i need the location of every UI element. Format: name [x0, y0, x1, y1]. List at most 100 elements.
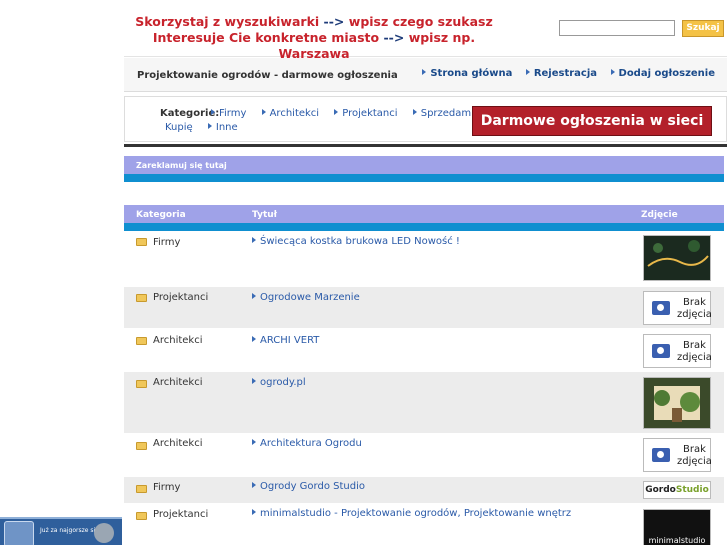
table-row: Architekci ogrody.pl	[124, 372, 724, 434]
divider	[124, 144, 727, 147]
gordo-studio-logo[interactable]: GordoStudio	[643, 481, 711, 499]
widget-label: Już za najgorsze się	[40, 527, 99, 534]
row-category: Architekci	[153, 335, 203, 346]
row-title-link[interactable]: Ogrody Gordo Studio	[252, 481, 365, 492]
widget-cat-icon	[94, 523, 114, 543]
nav-arrow-icon	[610, 69, 615, 75]
table-row: Firmy Świecąca kostka brukowa LED Nowość…	[124, 231, 724, 287]
page-title: Projektowanie ogrodów - darmowe ogłoszen…	[137, 70, 398, 81]
garden-photo	[644, 378, 710, 428]
no-photo-line1: Brak	[683, 444, 706, 455]
folder-icon	[136, 294, 147, 302]
category-link-sprzedam[interactable]: Sprzedam	[412, 108, 477, 119]
category-link-architekci[interactable]: Architekci	[261, 108, 326, 119]
nav-add-ad-link[interactable]: Dodaj ogłoszenie	[610, 68, 715, 79]
camera-icon	[652, 344, 670, 358]
banner-line1-a: Skorzystaj z wyszukiwarki	[135, 14, 320, 29]
column-title: Tytuł	[252, 210, 277, 220]
banner-line2-arrow: -->	[383, 30, 405, 45]
banner-line1-c: wpisz czego szukasz	[348, 14, 493, 29]
nav-arrow-icon	[525, 69, 530, 75]
category-arrow-icon	[412, 109, 417, 115]
no-photo-line2: zdjęcia	[677, 456, 712, 467]
row-arrow-icon	[252, 378, 256, 384]
advertise-bar: Zareklamuj się tutaj	[124, 156, 724, 174]
lit-paving-photo	[644, 236, 710, 280]
row-category: Architekci	[153, 438, 203, 449]
widget-logo-icon	[4, 521, 34, 545]
advertise-link[interactable]: Zareklamuj się tutaj	[136, 161, 227, 170]
search-input[interactable]	[559, 20, 675, 36]
category-arrow-icon	[211, 109, 215, 115]
folder-icon	[136, 337, 147, 345]
search-hint-banner: Skorzystaj z wyszukiwarki --> wpisz czeg…	[124, 14, 504, 62]
row-category: Firmy	[153, 237, 181, 248]
banner-line2-a: Interesuje Cie konkretne miasto	[152, 30, 380, 45]
row-arrow-icon	[252, 293, 256, 299]
header: Skorzystaj z wyszukiwarki --> wpisz czeg…	[124, 0, 727, 61]
top-navigation: Strona główna Rejestracja Dodaj ogłoszen…	[412, 68, 715, 79]
folder-icon	[136, 485, 147, 493]
no-photo-line2: zdjęcia	[677, 309, 712, 320]
row-title-link[interactable]: Architektura Ogrodu	[252, 438, 362, 449]
row-arrow-icon	[252, 237, 256, 243]
table-row: Projektanci minimalstudio - Projektowani…	[124, 504, 724, 545]
row-photo-thumbnail[interactable]	[643, 235, 711, 281]
column-photo: Zdjęcie	[641, 210, 678, 220]
row-title-link[interactable]: ogrody.pl	[252, 377, 306, 388]
no-photo-placeholder[interactable]: Brak zdjęcia	[643, 438, 712, 472]
row-photo-thumbnail[interactable]	[643, 377, 711, 429]
folder-icon	[136, 442, 147, 450]
camera-icon	[652, 448, 670, 462]
table-row: Architekci ARCHI VERT Brak zdjęcia	[124, 329, 724, 372]
search-button[interactable]: Szukaj	[682, 20, 724, 37]
category-link-projektanci[interactable]: Projektanci	[334, 108, 403, 119]
row-category: Firmy	[153, 482, 181, 493]
table-header-stripe	[124, 223, 724, 231]
main-content: Skorzystaj z wyszukiwarki --> wpisz czeg…	[124, 0, 727, 545]
minimalstudio-logo[interactable]: minimalstudio	[643, 509, 711, 545]
title-bar: Projektowanie ogrodów - darmowe ogłoszen…	[124, 58, 727, 92]
no-photo-placeholder[interactable]: Brak zdjęcia	[643, 334, 712, 368]
row-arrow-icon	[252, 509, 256, 515]
row-title-link[interactable]: minimalstudio - Projektowanie ogrodów, P…	[252, 508, 571, 519]
left-rail: Już za najgorsze się	[0, 0, 124, 545]
row-category: Projektanci	[153, 292, 209, 303]
table-row: Architekci Architektura Ogrodu Brak zdjęc…	[124, 434, 724, 477]
camera-icon	[652, 301, 670, 315]
no-photo-line1: Brak	[683, 297, 706, 308]
category-bar: Kategorie: Firmy Architekci Projektanci …	[124, 96, 727, 157]
category-arrow-icon	[261, 109, 266, 115]
social-widget[interactable]: Już za najgorsze się	[0, 517, 122, 545]
row-category: Architekci	[153, 377, 203, 388]
category-link-inne[interactable]: Inne	[207, 122, 244, 133]
row-arrow-icon	[252, 336, 256, 342]
nav-register-link[interactable]: Rejestracja	[525, 68, 597, 79]
advertise-stripe	[124, 174, 724, 182]
category-link-kupie[interactable]: Kupię	[165, 122, 199, 133]
column-category: Kategoria	[136, 210, 186, 220]
category-links-row1: Firmy Architekci Projektanci Sprzedam	[211, 108, 500, 119]
category-link-firmy[interactable]: Firmy	[211, 108, 252, 119]
banner-line1-arrow: -->	[323, 14, 345, 29]
row-arrow-icon	[252, 439, 256, 445]
folder-icon	[136, 512, 147, 520]
nav-arrow-icon	[422, 69, 427, 75]
folder-icon	[136, 238, 147, 246]
row-title-link[interactable]: Świecąca kostka brukowa LED Nowość !	[252, 236, 460, 247]
category-links-row2: Kupię Inne	[165, 122, 250, 133]
table-header: Kategoria Tytuł Zdjęcie	[124, 205, 724, 223]
no-photo-line2: zdjęcia	[677, 352, 712, 363]
category-arrow-icon	[207, 123, 212, 129]
table-row: Firmy Ogrody Gordo Studio GordoStudio	[124, 477, 724, 504]
nav-home-link[interactable]: Strona główna	[422, 68, 512, 79]
row-title-link[interactable]: ARCHI VERT	[252, 335, 319, 346]
table-row: Projektanci Ogrodowe Marzenie Brak zdjęci…	[124, 287, 724, 329]
no-photo-line1: Brak	[683, 340, 706, 351]
folder-icon	[136, 380, 147, 388]
row-category: Projektanci	[153, 509, 209, 520]
category-arrow-icon	[334, 109, 339, 115]
row-title-link[interactable]: Ogrodowe Marzenie	[252, 292, 360, 303]
no-photo-placeholder[interactable]: Brak zdjęcia	[643, 291, 712, 325]
ad-banner[interactable]: Darmowe ogłoszenia w sieci !!	[472, 106, 712, 157]
